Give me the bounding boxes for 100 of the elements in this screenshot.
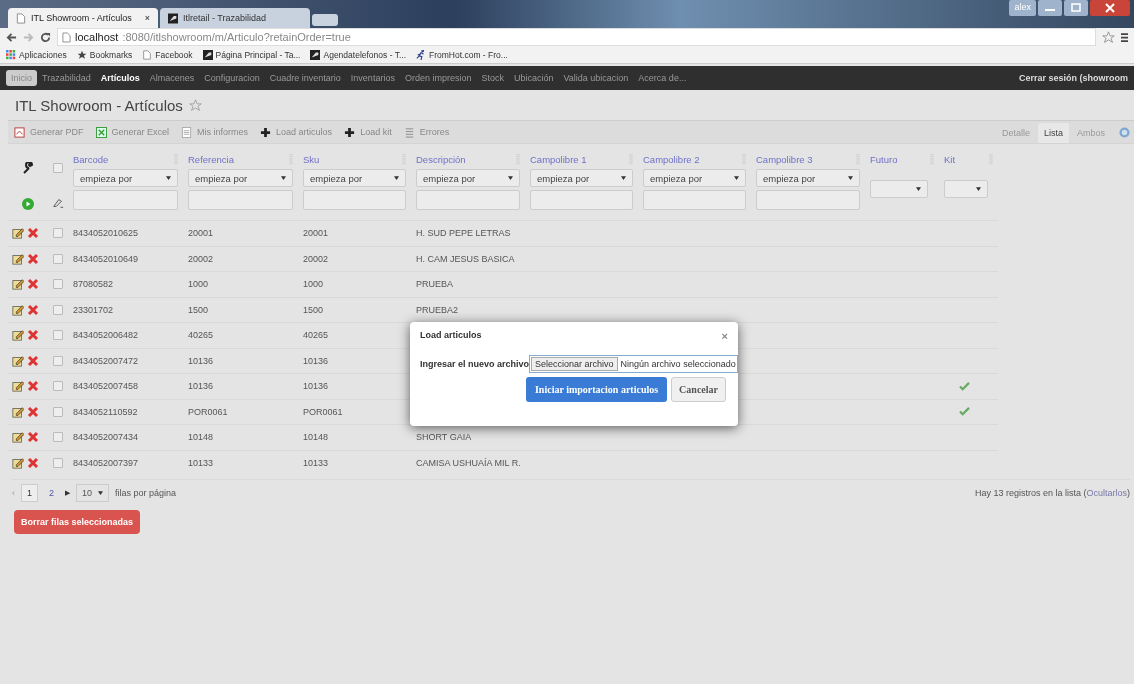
close-button[interactable]: × — [721, 330, 728, 342]
column-header[interactable]: Referencia — [188, 153, 234, 165]
delete-icon[interactable] — [27, 354, 39, 367]
page-button[interactable]: 2 — [44, 485, 60, 501]
filter-select[interactable]: empieza por — [643, 169, 746, 187]
minimize-icon[interactable] — [1038, 0, 1062, 16]
edit-icon[interactable] — [12, 329, 24, 342]
nav-link[interactable]: Artículos — [95, 70, 145, 86]
edit-icon[interactable] — [12, 380, 24, 393]
column-header[interactable]: Campolibre 3 — [756, 153, 813, 165]
bookmark[interactable]: Facebook — [142, 49, 193, 60]
menu-icon[interactable] — [1121, 31, 1128, 43]
row-checkbox[interactable] — [53, 228, 63, 239]
toolbar-button[interactable]: Mis informes — [181, 126, 249, 138]
delete-icon[interactable] — [27, 431, 39, 444]
nav-link[interactable]: Almacenes — [144, 70, 200, 86]
delete-icon[interactable] — [27, 252, 39, 265]
import-button[interactable]: Iniciar importacion articulos — [525, 377, 668, 402]
star-icon[interactable] — [1102, 30, 1115, 44]
view-tab[interactable]: Lista — [1037, 123, 1069, 143]
edit-icon[interactable] — [12, 227, 24, 240]
cancel-button[interactable]: Cancelar — [671, 377, 726, 402]
filter-input[interactable] — [530, 190, 633, 210]
row-checkbox[interactable] — [53, 330, 63, 341]
row-checkbox[interactable] — [53, 279, 63, 290]
filter-input[interactable] — [303, 190, 406, 210]
delete-icon[interactable] — [27, 380, 39, 393]
row-checkbox[interactable] — [53, 457, 63, 468]
logout-link[interactable]: Cerrar sesión (showroom — [1018, 73, 1128, 83]
delete-icon[interactable] — [27, 405, 39, 418]
filter-select[interactable]: empieza por — [303, 169, 406, 187]
bookmark[interactable]: Agendatelefonos - T... — [310, 49, 407, 60]
browser-tab[interactable]: Itlretail - Trazabilidad — [160, 8, 310, 28]
delete-icon[interactable] — [27, 303, 39, 316]
column-header[interactable]: Sku — [303, 153, 320, 165]
toolbar-button[interactable]: Load articulos — [260, 126, 333, 138]
edit-icon[interactable] — [12, 354, 24, 367]
filter-select[interactable]: empieza por — [188, 169, 293, 187]
toolbar-button[interactable]: Load kit — [344, 126, 392, 138]
filter-input[interactable] — [756, 190, 860, 210]
column-header[interactable]: Campolibre 2 — [643, 153, 700, 165]
reload-icon[interactable] — [40, 31, 51, 43]
bookmark[interactable]: Bookmarks — [76, 49, 133, 60]
play-icon[interactable] — [22, 197, 34, 210]
filter-input[interactable] — [188, 190, 293, 210]
filter-select[interactable] — [944, 180, 989, 198]
nav-link[interactable]: Valida ubicacion — [558, 70, 634, 86]
help-icon[interactable] — [1119, 127, 1130, 138]
edit-icon[interactable] — [12, 303, 24, 316]
choose-file-button[interactable]: Seleccionar archivo — [531, 357, 618, 371]
toolbar-button[interactable]: Generar Excel — [95, 126, 170, 138]
nav-link[interactable]: Ubicación — [508, 70, 559, 86]
nav-link[interactable]: Cuadre inventario — [264, 70, 346, 86]
nav-link[interactable]: Inventarios — [345, 70, 400, 86]
row-checkbox[interactable] — [53, 432, 63, 443]
nav-link[interactable]: Acerca de... — [633, 70, 692, 86]
nav-link[interactable]: Stock — [476, 70, 509, 86]
filter-input[interactable] — [416, 190, 520, 210]
filter-input[interactable] — [643, 190, 746, 210]
star-icon[interactable] — [188, 98, 202, 112]
column-header[interactable]: Campolibre 1 — [530, 153, 587, 165]
page-button[interactable]: 1 — [21, 484, 38, 502]
filter-select[interactable] — [870, 180, 928, 198]
filter-select[interactable]: empieza por — [416, 169, 520, 187]
filter-select[interactable]: empieza por — [530, 169, 633, 187]
edit-icon[interactable] — [12, 456, 24, 469]
bookmark[interactable]: Página Principal - Ta... — [202, 49, 301, 60]
delete-icon[interactable] — [27, 456, 39, 469]
eraser-icon[interactable] — [52, 197, 64, 210]
filter-select[interactable]: empieza por — [73, 169, 178, 187]
row-checkbox[interactable] — [53, 304, 63, 315]
close-tab-button[interactable]: × — [144, 13, 150, 23]
edit-icon[interactable] — [12, 278, 24, 291]
edit-icon[interactable] — [12, 405, 24, 418]
maximize-icon[interactable] — [1064, 0, 1088, 16]
row-checkbox[interactable] — [53, 381, 63, 392]
select-all-checkbox[interactable] — [53, 162, 63, 173]
row-checkbox[interactable] — [53, 406, 63, 417]
back-icon[interactable] — [6, 31, 17, 43]
edit-icon[interactable] — [12, 431, 24, 444]
delete-icon[interactable] — [27, 278, 39, 291]
new-tab-button[interactable] — [312, 14, 338, 26]
column-header[interactable]: Futuro — [870, 153, 898, 165]
filter-select[interactable]: empieza por — [756, 169, 860, 187]
file-input[interactable]: Seleccionar archivo Ningún archivo seleccionado — [529, 355, 738, 373]
column-header[interactable]: Descripción — [416, 153, 466, 165]
toolbar-button[interactable]: Generar PDF — [14, 126, 84, 138]
edit-icon[interactable] — [12, 252, 24, 265]
nav-link[interactable]: Orden impresion — [399, 70, 477, 86]
forward-icon[interactable] — [23, 31, 34, 43]
hide-link[interactable]: Ocultarlos — [1086, 488, 1127, 498]
row-checkbox[interactable] — [53, 355, 63, 366]
delete-icon[interactable] — [27, 227, 39, 240]
bookmark[interactable]: FromHot.com - Fro... — [416, 49, 508, 60]
bookmark[interactable]: Aplicaciones — [6, 49, 67, 60]
page-size-select[interactable]: 10 — [76, 484, 110, 502]
nav-link[interactable]: Trazabilidad — [37, 70, 96, 86]
toolbar-button[interactable]: Errores — [403, 126, 450, 138]
delete-icon[interactable] — [27, 329, 39, 342]
address-field[interactable]: localhost :8080/itlshowroom/m/Articulo?retainOrder=true — [57, 28, 1096, 46]
